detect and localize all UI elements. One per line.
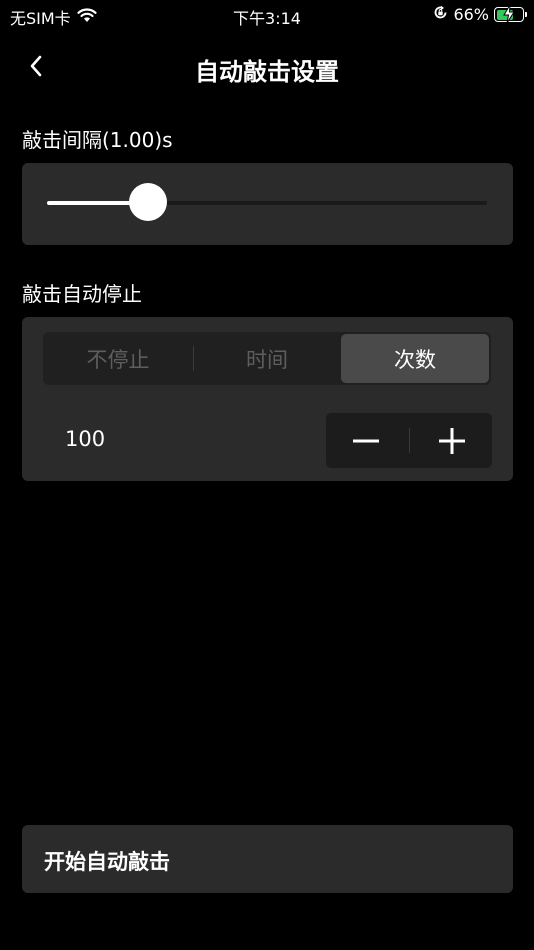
segment-no-stop[interactable]: 不停止	[45, 334, 191, 383]
increment-button[interactable]	[412, 413, 492, 468]
battery-icon	[494, 5, 527, 23]
count-stepper	[326, 413, 492, 468]
decrement-button[interactable]	[326, 413, 406, 468]
page-title: 自动敲击设置	[195, 58, 339, 86]
status-right: 66%	[433, 5, 527, 24]
minus-icon	[353, 439, 379, 442]
interval-slider-card	[22, 163, 513, 245]
stop-mode-segmented-control: 不停止 时间 次数	[43, 332, 491, 385]
orientation-lock-icon	[433, 5, 448, 24]
start-button-label: 开始自动敲击	[44, 850, 170, 874]
status-bar: 无SIM卡 下午3:14 66%	[0, 0, 534, 30]
segment-time[interactable]: 时间	[194, 334, 340, 383]
interval-slider[interactable]	[47, 201, 487, 205]
segment-count[interactable]: 次数	[341, 334, 489, 383]
auto-tap-settings-screen: 无SIM卡 下午3:14 66% 自动敲击设置 敲击间隔(1.00)s 敲击自动…	[0, 0, 534, 950]
auto-stop-label: 敲击自动停止	[22, 282, 142, 306]
slider-thumb[interactable]	[129, 183, 168, 221]
plus-icon	[439, 427, 465, 454]
start-auto-tap-button[interactable]: 开始自动敲击	[22, 825, 513, 893]
stepper-divider	[409, 428, 410, 453]
nav-bar: 自动敲击设置	[0, 42, 534, 88]
auto-stop-card: 不停止 时间 次数 100	[22, 317, 513, 481]
battery-percent: 66%	[453, 5, 489, 24]
count-value: 100	[65, 427, 106, 451]
charging-bolt-icon	[503, 5, 515, 23]
interval-label: 敲击间隔(1.00)s	[22, 128, 173, 152]
